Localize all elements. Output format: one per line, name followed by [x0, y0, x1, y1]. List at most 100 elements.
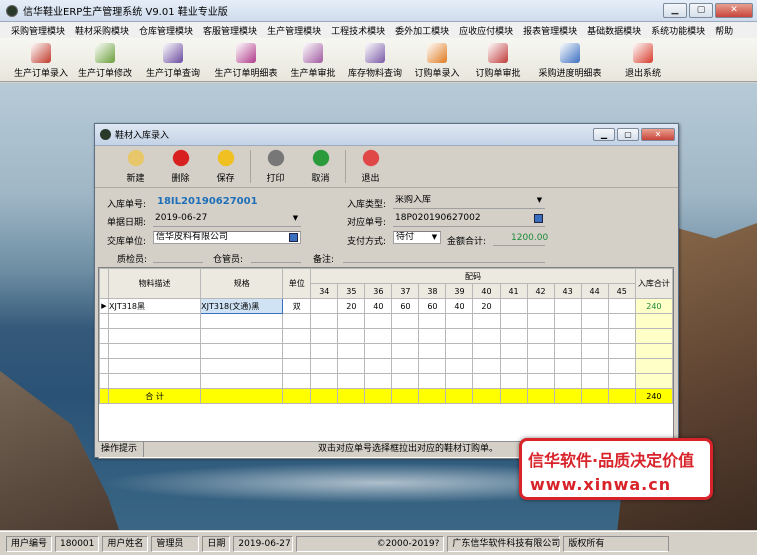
keeper-field[interactable] — [251, 262, 301, 263]
material-grid: 物料描述 规格 单位 配码 入库合计 34 35 36 37 38 39 40 41 42 43 44 45 ▶… — [98, 267, 674, 459]
cell-size-qty[interactable]: 60 — [418, 298, 447, 314]
empty-cell — [445, 313, 474, 329]
stock-type-value: 采购入库 — [395, 195, 432, 205]
child-close-button[interactable]: ✕ — [641, 128, 675, 141]
cell-unit[interactable]: 双 — [282, 298, 312, 314]
chevron-down-icon[interactable]: ▼ — [291, 214, 300, 223]
menu-item[interactable]: 仓库管理模块 — [134, 24, 198, 37]
empty-cell — [553, 343, 582, 359]
payment-select[interactable]: 待付 ▼ — [393, 231, 441, 244]
empty-cell — [282, 373, 312, 389]
menu-item[interactable]: 系统功能模块 — [646, 24, 710, 37]
menu-item[interactable]: 委外加工模块 — [390, 24, 454, 37]
toolbar-button[interactable]: 订购单录入 — [408, 38, 466, 82]
exit-icon — [360, 148, 381, 168]
empty-cell — [107, 328, 202, 344]
cell-size-qty[interactable] — [607, 298, 636, 314]
lookup-icon[interactable] — [534, 214, 543, 223]
menu-item[interactable]: 工程技术模块 — [326, 24, 390, 37]
window-controls: ▁ ▢ ✕ — [663, 3, 753, 18]
menu-item[interactable]: 基础数据模块 — [582, 24, 646, 37]
delete-x-icon — [170, 148, 191, 168]
maximize-button[interactable]: ▢ — [689, 3, 713, 18]
child-maximize-button[interactable]: ▢ — [617, 128, 639, 141]
sum-empty-cell — [580, 388, 609, 404]
toolbar-button[interactable]: 生产订单明细表 — [208, 38, 284, 82]
toolbar-button[interactable]: 生产订单录入 — [10, 38, 72, 82]
toolbar-button[interactable]: 生产订单查询 — [138, 38, 208, 82]
detail-doc-icon — [236, 43, 256, 63]
menu-item[interactable]: 生产管理模块 — [262, 24, 326, 37]
header-size-43: 43 — [553, 283, 582, 299]
ref-no-field[interactable]: 18P020190627002 — [393, 213, 545, 226]
child-toolbar-button[interactable]: 保存 — [203, 146, 248, 187]
doc-date-underline — [153, 226, 301, 227]
empty-cell — [526, 328, 555, 344]
empty-cell — [391, 313, 420, 329]
inspector-field[interactable] — [153, 262, 203, 263]
menu-item[interactable]: 鞋材采购模块 — [70, 24, 134, 37]
empty-cell — [391, 358, 420, 374]
app-logo-icon — [6, 4, 18, 17]
stock-in-no-value: 18IL20190627001 — [157, 196, 258, 207]
empty-cell — [418, 358, 447, 374]
child-toolbar-button[interactable]: 删除 — [158, 146, 203, 187]
chevron-down-icon[interactable]: ▼ — [535, 196, 544, 205]
minimize-button[interactable]: ▁ — [663, 3, 687, 18]
cell-size-qty[interactable]: 20 — [472, 298, 501, 314]
empty-cell — [200, 358, 284, 374]
child-toolbar-label: 保存 — [216, 174, 235, 184]
cell-size-qty[interactable] — [310, 298, 339, 314]
cell-spec[interactable]: XJT318(文通)黑 — [200, 298, 284, 314]
header-size-39: 39 — [445, 283, 474, 299]
ref-no-value: 18P020190627002 — [395, 213, 481, 223]
stock-in-window: 鞋材入库录入 ▁ ▢ ✕ 新建 删除 保存 打印 取消 退出 入库单号: 18IL2019… — [94, 123, 679, 459]
user-name-value: 管理员 — [151, 535, 200, 552]
child-toolbar-button[interactable]: 打印 — [253, 146, 298, 187]
menu-item[interactable]: 报表管理模块 — [518, 24, 582, 37]
empty-row[interactable] — [99, 313, 674, 329]
empty-row[interactable] — [99, 343, 674, 359]
supplier-field[interactable]: 信华皮料有限公司 — [153, 231, 301, 244]
doc-date-field[interactable]: 2019-06-27 ▼ — [153, 213, 301, 226]
cell-size-qty[interactable]: 20 — [337, 298, 366, 314]
cell-size-qty[interactable] — [553, 298, 582, 314]
menu-item[interactable]: 应收应付模块 — [454, 24, 518, 37]
cell-material-desc[interactable]: XJT318黑 — [107, 298, 202, 314]
toolbar-button[interactable]: 退出系统 — [610, 38, 676, 82]
cell-size-qty[interactable]: 40 — [445, 298, 474, 314]
cell-size-qty[interactable]: 40 — [364, 298, 393, 314]
toolbar-button[interactable]: 生产订单修改 — [72, 38, 138, 82]
menu-item[interactable]: 采购管理模块 — [6, 24, 70, 37]
cell-size-qty[interactable] — [580, 298, 609, 314]
table-row[interactable]: ▶ XJT318黑 XJT318(文通)黑双 20 40 60 60 40 20 240 — [99, 298, 674, 314]
child-toolbar-button[interactable]: 取消 — [298, 146, 343, 187]
empty-cell — [418, 343, 447, 359]
child-minimize-button[interactable]: ▁ — [593, 128, 615, 141]
empty-cell — [526, 373, 555, 389]
empty-row[interactable] — [99, 328, 674, 344]
amount-label: 金额合计: — [447, 237, 487, 247]
child-toolbar-button[interactable]: 退出 — [348, 146, 393, 187]
toolbar-button[interactable]: 采购进度明细表 — [530, 38, 610, 82]
lookup-icon[interactable] — [289, 233, 298, 242]
toolbar-button[interactable]: 库存物料查询 — [342, 38, 408, 82]
toolbar-button-label: 生产订单录入 — [13, 69, 68, 79]
cell-size-qty[interactable]: 60 — [391, 298, 420, 314]
cell-size-qty[interactable] — [526, 298, 555, 314]
child-toolbar-button[interactable]: 新建 — [113, 146, 158, 187]
menu-item[interactable]: 客服管理模块 — [198, 24, 262, 37]
empty-cell — [445, 358, 474, 374]
empty-row[interactable] — [99, 373, 674, 389]
stock-type-select[interactable]: 采购入库 ▼ — [393, 195, 545, 208]
chevron-down-icon[interactable]: ▼ — [430, 233, 439, 242]
menu-item[interactable]: 帮助 — [710, 24, 738, 37]
empty-row[interactable] — [99, 358, 674, 374]
empty-cell — [634, 328, 674, 344]
toolbar-button[interactable]: 订购单审批 — [466, 38, 530, 82]
empty-cell — [200, 328, 284, 344]
close-button[interactable]: ✕ — [715, 3, 753, 18]
remark-field[interactable] — [343, 262, 545, 263]
cell-size-qty[interactable] — [499, 298, 528, 314]
toolbar-button[interactable]: 生产单审批 — [284, 38, 342, 82]
